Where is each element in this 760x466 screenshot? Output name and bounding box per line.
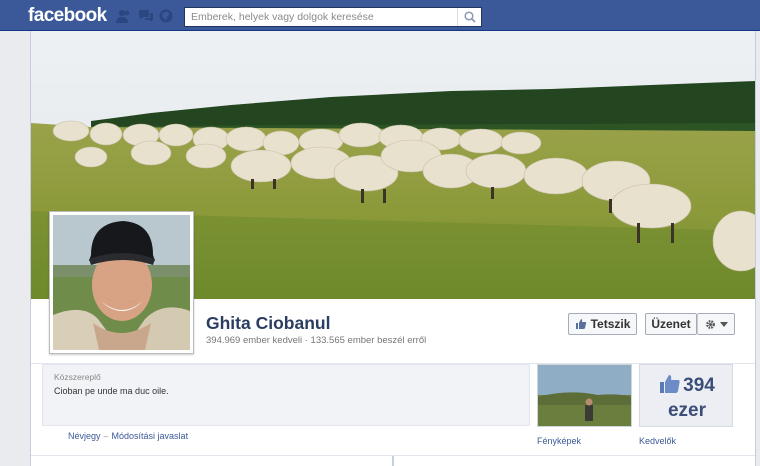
top-navigation-bar: facebook (0, 0, 760, 31)
search-icon (464, 11, 476, 23)
photos-thumbnail[interactable] (537, 364, 632, 427)
likes-count-row: 394 (640, 374, 734, 400)
notifications-icon[interactable] (159, 9, 175, 23)
about-links: Névjegy – Módosítási javaslat (68, 431, 188, 441)
photos-app-label[interactable]: Fényképek (537, 436, 581, 446)
like-button[interactable]: Tetszik (568, 313, 637, 335)
caret-down-icon (719, 321, 728, 327)
like-button-label: Tetszik (590, 317, 631, 331)
likes-app-label[interactable]: Kedvelők (639, 436, 676, 446)
page-category: Közszereplő (54, 372, 101, 382)
search-button[interactable] (457, 8, 481, 26)
search-box[interactable] (184, 7, 482, 27)
timeline-spine (392, 456, 394, 466)
facebook-logo[interactable]: facebook (28, 5, 107, 27)
search-input[interactable] (185, 8, 457, 26)
link-separator: – (103, 431, 109, 441)
messages-icon[interactable] (138, 9, 154, 23)
likes-count: 394 (683, 375, 715, 396)
message-button-label: Üzenet (651, 317, 691, 331)
likes-unit: ezer (667, 400, 707, 421)
about-box: Közszereplő Cioban pe unde ma duc oile. (42, 364, 530, 426)
page-stats: 394.969 ember kedveli · 133.565 ember be… (206, 335, 427, 346)
profile-picture[interactable] (49, 211, 194, 354)
friend-requests-icon[interactable] (116, 9, 132, 23)
settings-dropdown-button[interactable] (697, 313, 735, 335)
likes-thumbs-up-icon (659, 374, 681, 400)
gear-icon (705, 319, 715, 329)
thumbs-up-icon (575, 319, 586, 329)
about-link[interactable]: Névjegy (68, 431, 101, 441)
page-title: Ghita Ciobanul (206, 313, 331, 333)
page-description: Cioban pe unde ma duc oile. (54, 386, 169, 396)
suggest-edit-link[interactable]: Módosítási javaslat (112, 431, 189, 441)
likes-app-box[interactable]: 394 ezer (639, 364, 733, 427)
message-button[interactable]: Üzenet (645, 313, 697, 335)
